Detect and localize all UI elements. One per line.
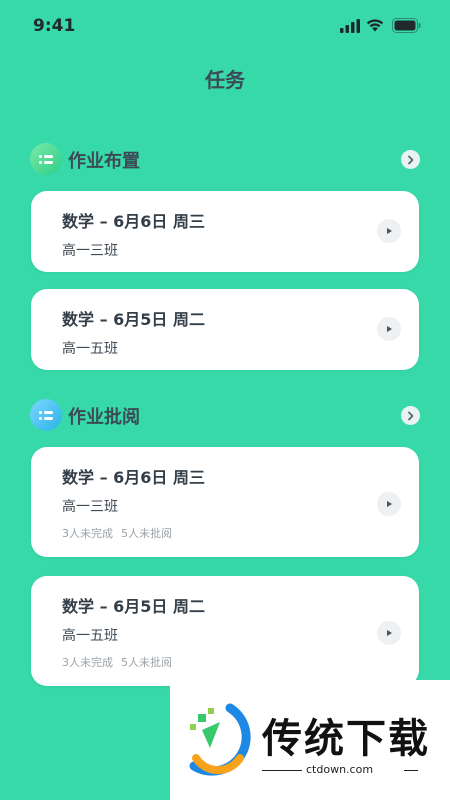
play-icon[interactable]	[377, 219, 401, 243]
battery-icon	[392, 18, 421, 33]
watermark-domain: ctdown.com	[306, 763, 374, 776]
divider	[404, 770, 418, 771]
incomplete-count: 3人未完成	[62, 656, 113, 669]
divider	[262, 770, 302, 771]
signal-icon	[340, 19, 360, 33]
card-title: 数学 – 6月6日 周三	[62, 468, 205, 487]
list-icon	[30, 399, 62, 431]
unreviewed-count: 5人未批阅	[121, 656, 172, 669]
brand-logo-icon	[189, 703, 251, 776]
card-title: 数学 – 6月6日 周三	[62, 212, 205, 231]
incomplete-count: 3人未完成	[62, 527, 113, 540]
section-title-review: 作业批阅	[68, 407, 140, 428]
card-class: 高一三班	[62, 499, 118, 515]
review-card[interactable]: 数学 – 6月5日 周二 高一五班 3人未完成 5人未批阅	[31, 576, 419, 686]
card-class: 高一五班	[62, 341, 118, 357]
unreviewed-count: 5人未批阅	[121, 527, 172, 540]
card-class: 高一三班	[62, 243, 118, 259]
chevron-right-icon[interactable]	[401, 406, 420, 425]
card-title: 数学 – 6月5日 周二	[62, 310, 205, 329]
section-title-assign: 作业布置	[68, 151, 140, 172]
play-icon[interactable]	[377, 492, 401, 516]
chevron-right-icon[interactable]	[401, 150, 420, 169]
play-icon[interactable]	[377, 621, 401, 645]
status-time: 9:41	[33, 16, 76, 36]
assignment-card[interactable]: 数学 – 6月5日 周二 高一五班	[31, 289, 419, 370]
play-icon[interactable]	[377, 317, 401, 341]
section-header-assign: 作业布置	[30, 143, 420, 177]
card-stats: 3人未完成 5人未批阅	[62, 525, 172, 541]
section-header-review: 作业批阅	[30, 399, 420, 433]
list-icon	[30, 143, 62, 175]
card-title: 数学 – 6月5日 周二	[62, 597, 205, 616]
card-class: 高一五班	[62, 628, 118, 644]
page-title: 任务	[205, 68, 245, 92]
review-card[interactable]: 数学 – 6月6日 周三 高一三班 3人未完成 5人未批阅	[31, 447, 419, 557]
wifi-icon	[366, 19, 384, 32]
status-bar: 9:41	[0, 0, 450, 54]
watermark-brand: 传统下载	[262, 716, 430, 762]
card-stats: 3人未完成 5人未批阅	[62, 654, 172, 670]
assignment-card[interactable]: 数学 – 6月6日 周三 高一三班	[31, 191, 419, 272]
watermark: 传统下载 ctdown.com	[170, 680, 450, 800]
